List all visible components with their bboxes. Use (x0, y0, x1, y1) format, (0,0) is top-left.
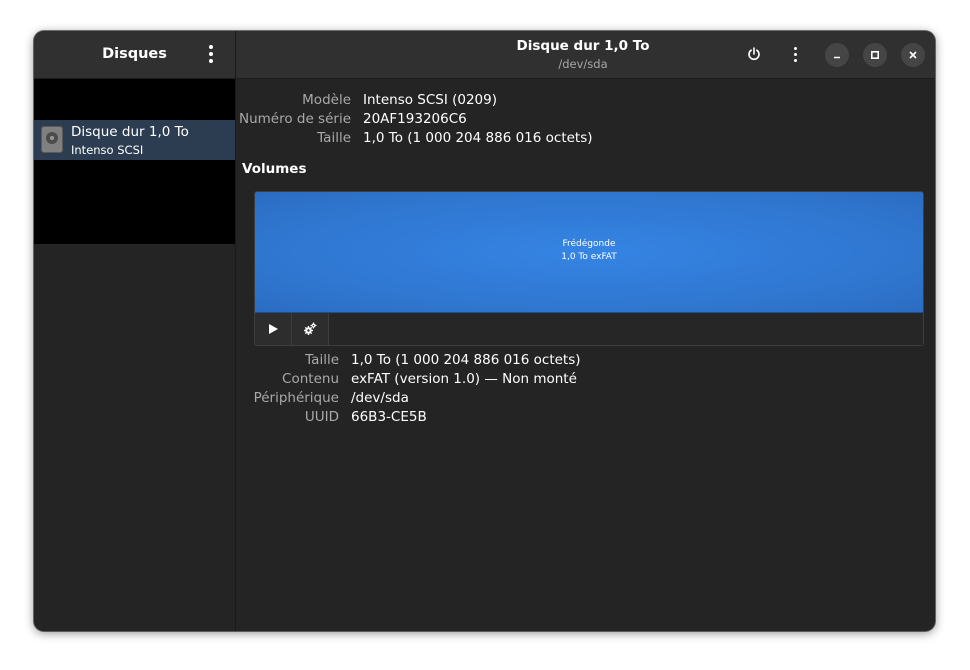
minimize-button[interactable] (825, 43, 849, 67)
headerbar: Disque dur 1,0 To /dev/sda (236, 31, 935, 79)
harddisk-icon (41, 126, 63, 153)
partition-block[interactable]: Frédégonde 1,0 To exFAT (255, 192, 923, 313)
volume-content-label: Contenu (282, 371, 339, 387)
drive-name: Disque dur 1,0 To (71, 124, 189, 140)
partition-name: Frédégonde (562, 239, 616, 249)
volumes-heading: Volumes (242, 161, 307, 177)
sidebar: Disques Disque dur 1,0 To Intenso SCSI (34, 31, 236, 631)
vertical-dots-icon-dot (793, 58, 797, 62)
volume-size-value: 1,0 To (1 000 204 886 016 octets) (351, 352, 581, 368)
volume-size-label: Taille (305, 352, 339, 368)
size-label: Taille (317, 130, 351, 146)
maximize-icon (870, 50, 880, 60)
volume-toolbar (255, 313, 923, 345)
minimize-icon (834, 56, 840, 59)
power-button[interactable] (740, 40, 768, 68)
size-value: 1,0 To (1 000 204 886 016 octets) (363, 130, 593, 146)
drive-list-item[interactable]: Disque dur 1,0 To Intenso SCSI (34, 120, 235, 160)
harddisk-icon-hub (50, 136, 54, 140)
maximize-button[interactable] (863, 43, 887, 67)
drive-model: Intenso SCSI (71, 143, 144, 157)
vertical-dots-icon-dot (793, 52, 797, 56)
close-icon (909, 51, 917, 59)
power-icon (748, 47, 760, 61)
vertical-dots-icon-dot (209, 59, 213, 63)
vertical-dots-icon (793, 46, 797, 50)
volume-device-label: Périphérique (253, 390, 339, 406)
disks-window: Disques Disque dur 1,0 To Intenso SCSI D… (34, 31, 935, 631)
drive-list: Disque dur 1,0 To Intenso SCSI (34, 79, 235, 244)
partition-settings-button[interactable] (292, 313, 329, 345)
partition-size: 1,0 To exFAT (561, 252, 617, 262)
vertical-dots-icon-dot (209, 52, 213, 56)
close-button[interactable] (901, 43, 925, 67)
app-menu-button[interactable] (197, 40, 225, 68)
mount-button[interactable] (255, 313, 292, 345)
volume-uuid-label: UUID (304, 409, 339, 425)
serial-value: 20AF193206C6 (363, 111, 467, 127)
volume-device-value: /dev/sda (351, 390, 409, 406)
drive-menu-button[interactable] (781, 40, 809, 68)
window-subtitle: /dev/sda (558, 57, 608, 71)
play-icon (269, 324, 278, 334)
vertical-dots-icon (209, 45, 213, 49)
volume-map: Frédégonde 1,0 To exFAT (254, 191, 924, 346)
main-pane: Disque dur 1,0 To /dev/sda Modèle Intens… (236, 31, 935, 631)
volume-uuid-value: 66B3-CE5B (351, 409, 427, 425)
model-value: Intenso SCSI (0209) (363, 92, 498, 108)
window-title: Disque dur 1,0 To (516, 38, 650, 54)
gears-icon (304, 322, 317, 335)
volume-content-value: exFAT (version 1.0) — Non monté (351, 371, 577, 387)
sidebar-headerbar: Disques (34, 31, 235, 79)
model-label: Modèle (302, 92, 351, 108)
serial-label: Numéro de série (238, 111, 351, 127)
